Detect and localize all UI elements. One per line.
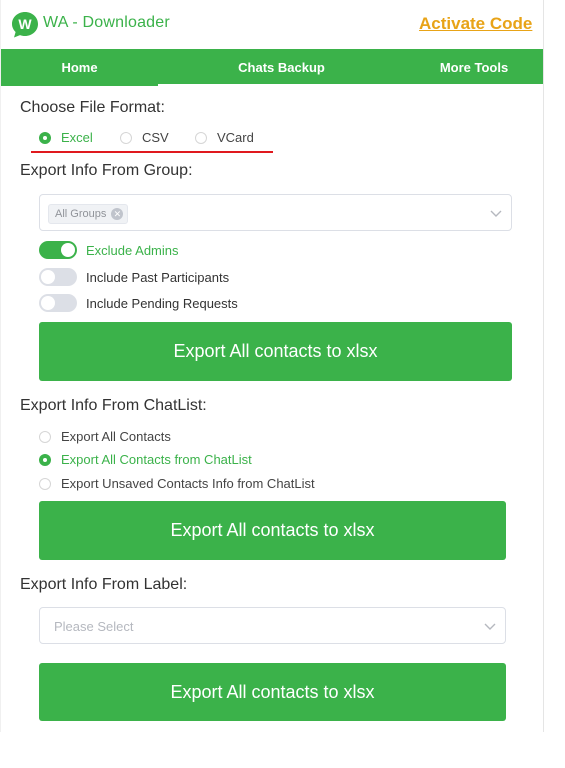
- highlight-underline: [31, 151, 273, 153]
- switch-include-past-participants[interactable]: Include Past Participants: [39, 268, 229, 286]
- extension-panel: W WA - Downloader Activate Code Home Cha…: [0, 0, 544, 732]
- export-chatlist-button[interactable]: Export All contacts to xlsx: [39, 501, 506, 560]
- group-tag-label: All Groups: [55, 208, 107, 220]
- switch-label: Include Past Participants: [86, 269, 230, 285]
- label-select[interactable]: Please Select: [39, 607, 506, 644]
- format-option-label: CSV: [142, 130, 169, 145]
- activate-code-link[interactable]: Activate Code: [419, 14, 532, 34]
- chatlist-option-label: Export All Contacts: [61, 429, 171, 444]
- chevron-down-icon: [490, 210, 502, 217]
- radio-selected-icon: [39, 131, 51, 144]
- chatlist-option-label: Export Unsaved Contacts Info from ChatLi…: [61, 476, 315, 491]
- main-nav: Home Chats Backup More Tools: [1, 49, 543, 86]
- active-tab-indicator: [1, 84, 158, 86]
- label-select-placeholder: Please Select: [54, 619, 134, 634]
- chatlist-option-unsaved[interactable]: Export Unsaved Contacts Info from ChatLi…: [39, 476, 315, 491]
- tab-home[interactable]: Home: [1, 49, 158, 86]
- format-option-label: Excel: [61, 130, 93, 145]
- close-icon[interactable]: ✕: [111, 208, 124, 220]
- group-select[interactable]: All Groups ✕: [39, 194, 512, 231]
- export-label-button[interactable]: Export All contacts to xlsx: [39, 663, 506, 721]
- toggle-off-icon: [39, 294, 77, 312]
- label-heading: Export Info From Label:: [20, 576, 188, 593]
- format-option-label: VCard: [217, 130, 254, 145]
- toggle-on-icon: [39, 241, 77, 259]
- chevron-down-icon: [484, 623, 496, 630]
- format-option-excel[interactable]: Excel: [39, 130, 93, 145]
- chatlist-option-from-chatlist[interactable]: Export All Contacts from ChatList: [39, 452, 252, 467]
- chatlist-heading: Export Info From ChatList:: [20, 397, 207, 414]
- file-format-heading: Choose File Format:: [20, 99, 165, 116]
- app-logo-icon: W: [12, 12, 38, 38]
- toggle-off-icon: [39, 268, 77, 286]
- chatlist-option-label: Export All Contacts from ChatList: [61, 452, 252, 467]
- chatlist-option-all-contacts[interactable]: Export All Contacts: [39, 429, 171, 444]
- app-title: WA - Downloader: [43, 14, 170, 31]
- group-tag: All Groups ✕: [48, 204, 129, 224]
- radio-unselected-icon: [120, 131, 132, 144]
- logo-letter: W: [18, 16, 32, 32]
- switch-label: Exclude Admins: [86, 242, 179, 258]
- radio-unselected-icon: [39, 477, 51, 490]
- switch-label: Include Pending Requests: [86, 295, 238, 311]
- group-heading: Export Info From Group:: [20, 162, 193, 179]
- format-option-vcard[interactable]: VCard: [195, 130, 254, 145]
- switch-include-pending-requests[interactable]: Include Pending Requests: [39, 294, 238, 312]
- radio-unselected-icon: [39, 430, 51, 443]
- tab-more-tools[interactable]: More Tools: [405, 49, 543, 84]
- format-option-csv[interactable]: CSV: [120, 130, 169, 145]
- export-group-button[interactable]: Export All contacts to xlsx: [39, 322, 512, 381]
- switch-exclude-admins[interactable]: Exclude Admins: [39, 241, 179, 259]
- radio-selected-icon: [39, 453, 51, 466]
- radio-unselected-icon: [195, 131, 207, 144]
- tab-chats-backup[interactable]: Chats Backup: [158, 49, 405, 84]
